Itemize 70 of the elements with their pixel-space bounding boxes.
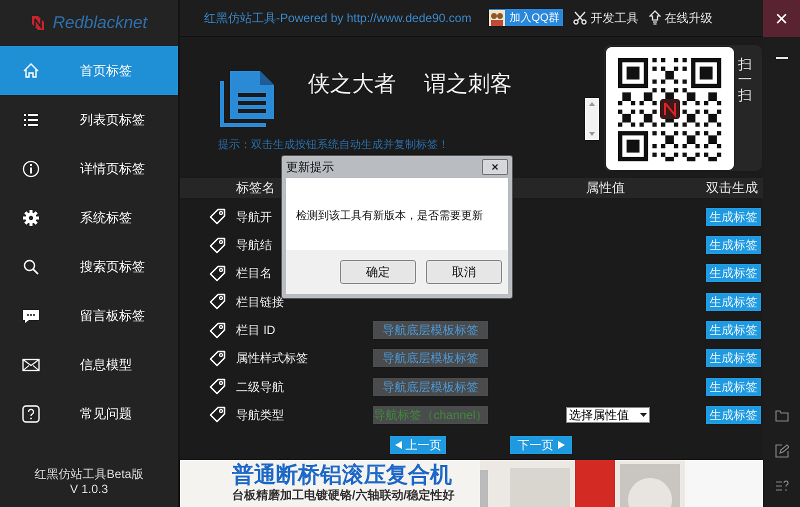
cancel-button[interactable]: 取消 [426, 260, 502, 284]
sidebar-item[interactable]: 常见问题 [0, 389, 178, 438]
help-icon [22, 404, 40, 422]
slogan-text: 谓之刺客 [424, 70, 512, 98]
sidebar-item[interactable]: 信息模型 [0, 340, 178, 389]
attribute-dropdown[interactable]: 选择属性值 [566, 406, 650, 423]
hint-text: 提示：双击生成按钮系统自动生成并复制标签！ [218, 138, 449, 153]
brand-name: Redblacknet [52, 12, 148, 34]
confirm-button[interactable]: 确定 [340, 260, 416, 284]
arrow-down-icon[interactable] [589, 132, 595, 136]
tools-button[interactable]: 开发工具 [572, 8, 639, 27]
tag-icon [209, 264, 226, 282]
app-name: 红黑仿站工具Beta版 [34, 467, 144, 482]
info-icon [22, 160, 40, 178]
tag-icon [209, 322, 226, 339]
dialog-title: 更新提示 [286, 159, 334, 176]
template-tag: 导航标签（channel） [373, 406, 488, 424]
version-text: V 1.0.3 [70, 482, 108, 497]
tag-icon [209, 293, 226, 310]
banner-subline: 台板精磨加工电镀硬铬/六轴联动/稳定性好 [232, 487, 455, 504]
join-group-button[interactable]: 加入QQ群 [489, 9, 563, 26]
upgrade-button[interactable]: 在线升级 [648, 8, 713, 27]
sidebar-item[interactable]: 首页标签 [0, 46, 178, 95]
tag-name: 导航类型 [236, 408, 284, 422]
sidebar-item[interactable]: 系统标签 [0, 193, 178, 242]
caret-icon [640, 412, 647, 417]
column-header: 属性值 [586, 179, 626, 197]
bulb-icon [648, 10, 661, 26]
template-tag: 导航底层模板标签 [373, 321, 488, 340]
scan-label: 扫一扫 [738, 56, 752, 104]
arrow-up-icon[interactable] [589, 102, 595, 106]
people-icon [489, 10, 506, 26]
tag-name: 属性样式标签 [236, 351, 308, 366]
tag-name: 栏目 ID [236, 323, 276, 338]
tag-icon [209, 406, 226, 424]
list-help-icon[interactable] [774, 480, 788, 493]
scissors-icon [572, 10, 587, 25]
tag-name: 导航开 [236, 210, 272, 224]
tag-name: 栏目名 [236, 266, 272, 280]
template-tag: 导航底层模板标签 [373, 349, 488, 368]
arrow-left-icon [394, 441, 402, 450]
tag-name: 二级导航 [236, 380, 284, 394]
sidebar-item[interactable]: 留言板标签 [0, 291, 178, 340]
template-tag: 导航底层模板标签 [373, 378, 488, 396]
minimize-icon[interactable] [776, 57, 788, 59]
banner-headline: 普通断桥铝滚压复合机 [232, 463, 453, 488]
close-button[interactable]: × [482, 159, 508, 175]
sidebar-item[interactable]: 详情页标签 [0, 144, 178, 193]
search-icon [22, 258, 40, 276]
window-title: 红黑仿站工具-Powered by http://www.dede90.com [204, 10, 472, 27]
tag-icon [209, 208, 226, 226]
logo-icon [30, 15, 45, 31]
close-button[interactable]: × [763, 0, 800, 37]
edit-icon[interactable] [774, 444, 788, 458]
arrow-right-icon [558, 441, 564, 450]
sidebar-item[interactable]: 搜索页标签 [0, 242, 178, 291]
tag-icon [209, 236, 226, 254]
tag-name: 栏目链接 [236, 294, 284, 309]
sidebar-item[interactable]: 列表页标签 [0, 95, 178, 144]
column-header: 标签名 [236, 179, 276, 197]
column-header: 双击生成 [706, 179, 759, 197]
home-icon [22, 62, 40, 80]
tag-icon [209, 378, 226, 396]
dialog-message: 检测到该工具有新版本，是否需要更新 [296, 208, 484, 224]
tag-icon [209, 350, 226, 367]
slogan-text: 侠之大者 [308, 70, 396, 98]
tag-name: 导航结 [236, 238, 272, 252]
settings-icon [22, 208, 40, 226]
scroll-bar[interactable] [585, 98, 599, 140]
folder-icon[interactable] [774, 410, 788, 422]
